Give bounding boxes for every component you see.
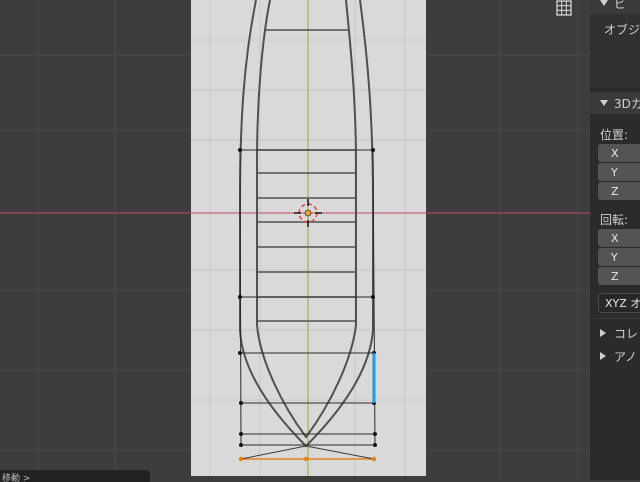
grid-icon	[556, 0, 572, 16]
rotation-z-field[interactable]: Z	[598, 267, 640, 285]
location-y-field[interactable]: Y	[598, 163, 640, 181]
axis-label: X	[611, 146, 619, 160]
3d-viewport[interactable]	[0, 0, 590, 480]
location-label: 位置:	[600, 128, 629, 142]
location-z-field[interactable]: Z	[598, 182, 640, 200]
axis-label: Y	[611, 250, 618, 264]
divider	[590, 318, 640, 319]
location-x-field[interactable]: X	[598, 144, 640, 162]
last-operator-panel[interactable]: 移動 >	[0, 470, 150, 482]
object-label: オブジ	[604, 23, 640, 37]
axis-label: Z	[611, 184, 619, 198]
collections-section-header[interactable]: コレ	[590, 322, 640, 344]
annotations-section-label: アノ	[614, 349, 637, 364]
rotation-mode-dropdown[interactable]: XYZ オ	[598, 293, 640, 313]
sidebar-panel: ビ オブジ 3Dカ 位置: X Y Z 回転: X Y Z XYZ オ コレ ア…	[590, 0, 640, 480]
axis-label: X	[611, 231, 619, 245]
annotations-section-header[interactable]: アノ	[590, 345, 640, 367]
operator-label: 移動 >	[2, 474, 31, 482]
rotation-mode-value: XYZ オ	[605, 297, 640, 310]
rotation-y-field[interactable]: Y	[598, 248, 640, 266]
expand-icon	[600, 329, 606, 337]
grid-toggle-button[interactable]	[556, 0, 578, 18]
viewport-canvas[interactable]	[0, 0, 590, 480]
rotation-x-field[interactable]: X	[598, 229, 640, 247]
3d-cursor-section-label: 3Dカ	[614, 96, 640, 111]
view-section-header[interactable]: ビ	[590, 0, 640, 14]
object-subpanel: オブジ	[590, 14, 640, 88]
axis-label: Z	[611, 269, 619, 283]
view-section-label: ビ	[614, 0, 627, 11]
3d-cursor-section-header[interactable]: 3Dカ	[590, 92, 640, 114]
collections-section-label: コレ	[614, 326, 639, 341]
collapse-icon	[600, 100, 608, 106]
collapse-icon	[600, 0, 608, 6]
axis-label: Y	[611, 165, 618, 179]
rotation-label: 回転:	[600, 213, 629, 227]
object-origin-icon	[304, 209, 312, 217]
expand-icon	[600, 352, 606, 360]
